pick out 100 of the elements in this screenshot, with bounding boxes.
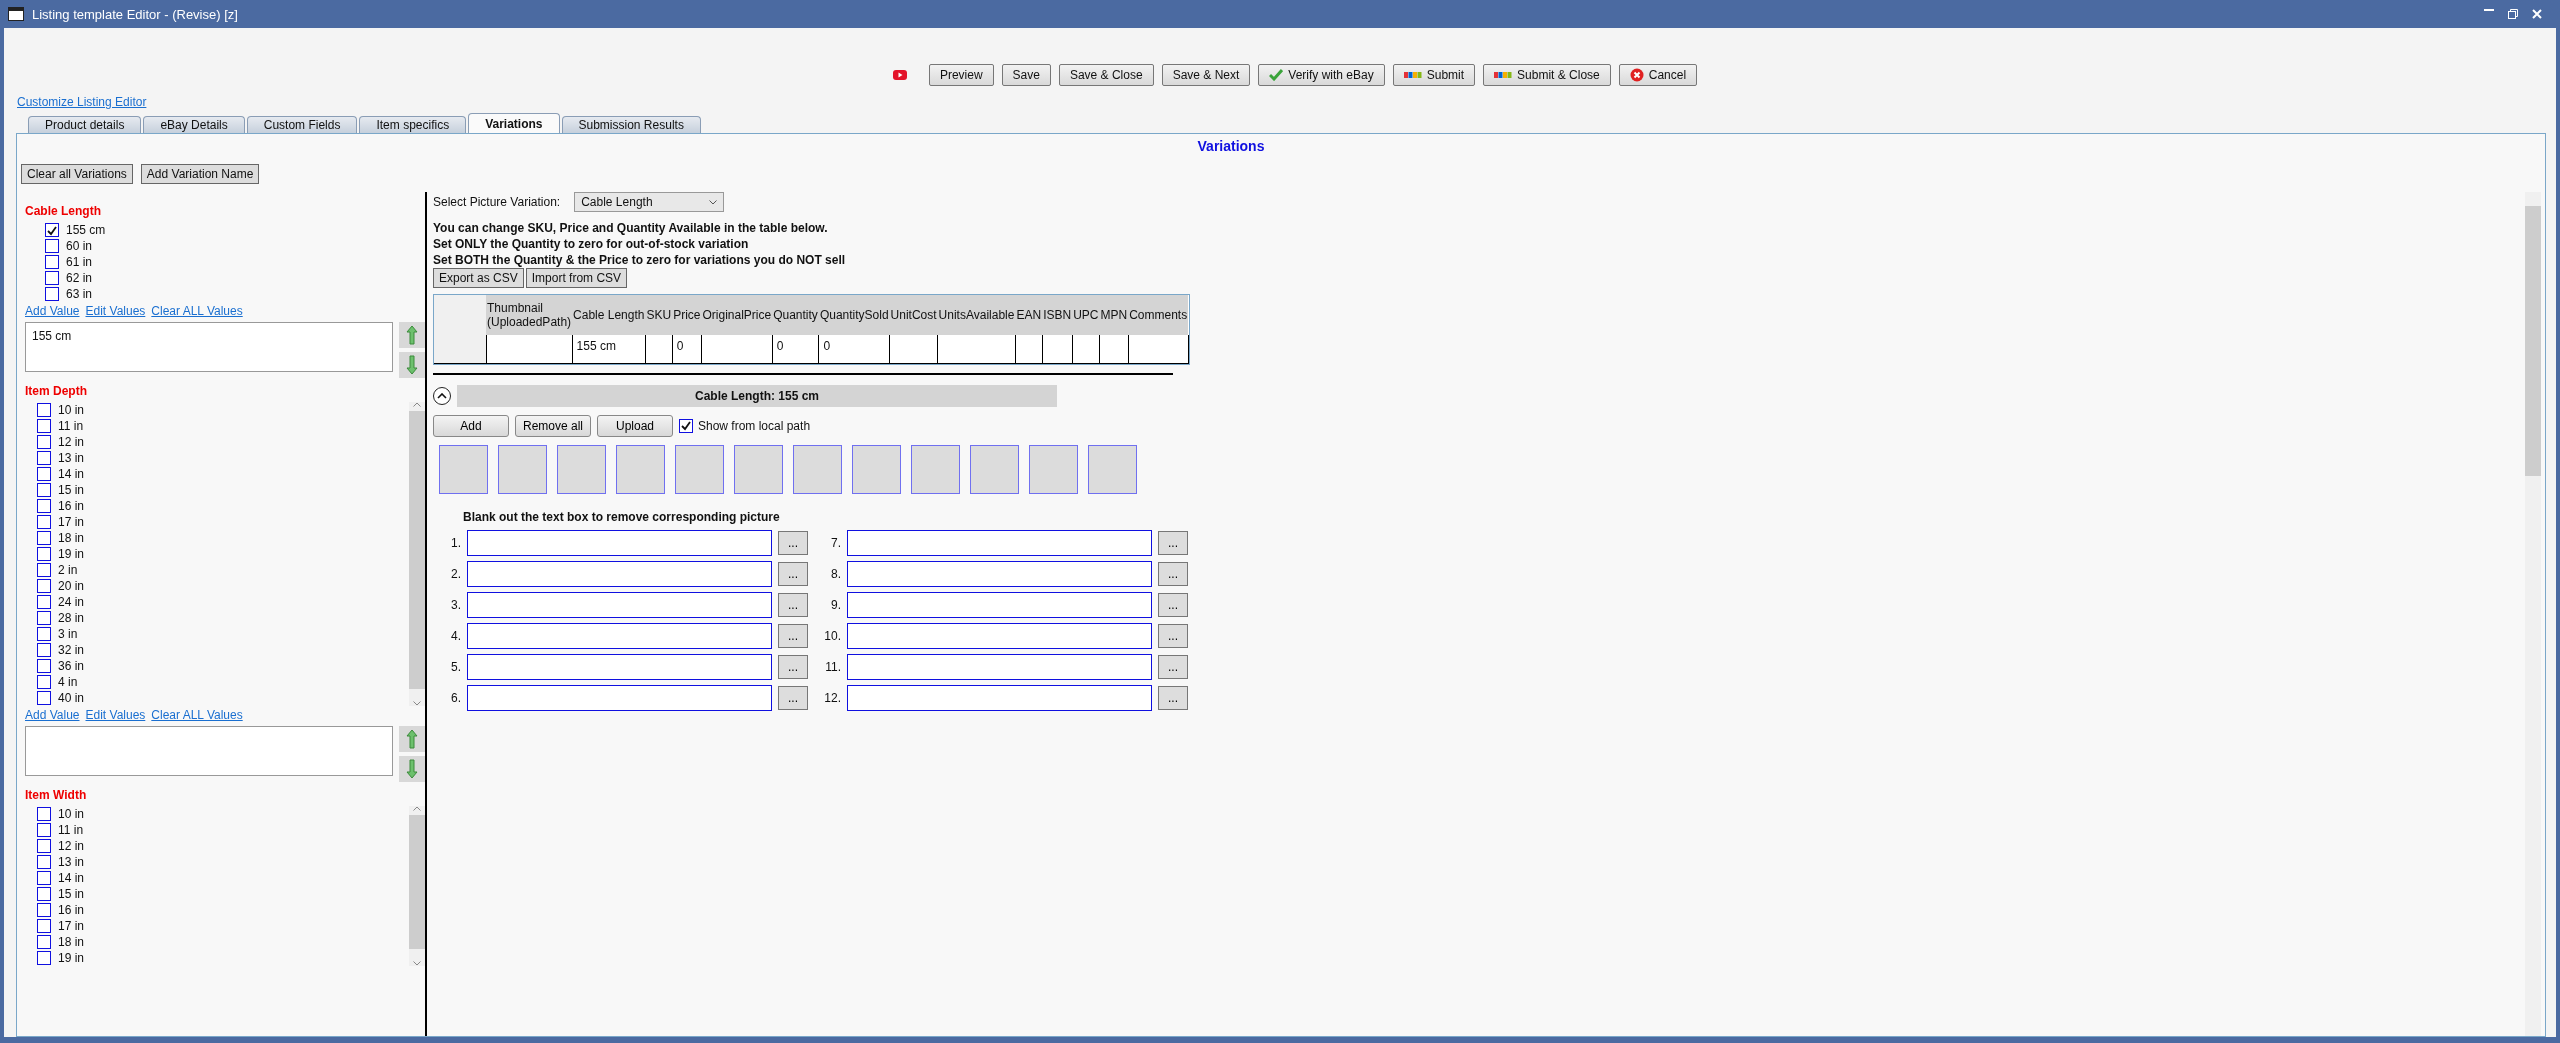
browse-button[interactable]: ...	[778, 654, 808, 679]
value-link[interactable]: Edit Values	[85, 304, 146, 318]
checkbox[interactable]	[37, 887, 51, 901]
checkbox[interactable]	[37, 563, 51, 577]
checkbox[interactable]	[37, 951, 51, 965]
checkbox[interactable]	[37, 611, 51, 625]
scrollbar[interactable]	[2525, 192, 2541, 1036]
checkbox[interactable]	[37, 675, 51, 689]
checkbox[interactable]	[37, 659, 51, 673]
table-cell[interactable]	[1042, 335, 1073, 363]
browse-button[interactable]: ...	[778, 561, 808, 586]
checkbox[interactable]	[37, 691, 51, 705]
customize-link[interactable]: Customize Listing Editor	[17, 95, 147, 109]
browse-button[interactable]: ...	[1158, 685, 1188, 710]
checkbox[interactable]	[37, 807, 51, 821]
tab[interactable]: Variations	[468, 113, 560, 133]
checkbox[interactable]	[37, 547, 51, 561]
picture-path-field[interactable]	[847, 622, 1152, 649]
picture-path-field[interactable]	[847, 591, 1152, 618]
checkbox[interactable]	[37, 903, 51, 917]
table-cell[interactable]	[645, 335, 673, 363]
column-header[interactable]: UnitCost	[889, 295, 938, 335]
checkbox[interactable]	[45, 287, 59, 301]
picture-path-field[interactable]	[467, 560, 772, 587]
column-header[interactable]: SKU	[645, 295, 673, 335]
checkbox[interactable]	[37, 823, 51, 837]
toolbar-button[interactable]: Preview	[928, 64, 994, 86]
browse-button[interactable]: ...	[1158, 530, 1188, 555]
column-header[interactable]: Comments	[1128, 295, 1189, 335]
checkbox[interactable]	[37, 435, 51, 449]
picture-path-field[interactable]	[467, 653, 772, 680]
checkbox[interactable]	[37, 627, 51, 641]
collapse-button[interactable]	[433, 386, 451, 405]
tab[interactable]: Product details	[28, 116, 142, 133]
toolbar-button[interactable]: Verify with eBay	[1258, 64, 1385, 86]
table-cell[interactable]	[1015, 335, 1043, 363]
tab[interactable]: Submission Results	[561, 116, 701, 133]
browse-button[interactable]: ...	[778, 685, 808, 710]
browse-button[interactable]: ...	[778, 623, 808, 648]
checkbox[interactable]	[37, 499, 51, 513]
toolbar-button[interactable]: Cancel	[1618, 64, 1698, 86]
column-header[interactable]: Price	[672, 295, 702, 335]
picture-button[interactable]: Remove all	[515, 414, 591, 437]
checkbox[interactable]	[37, 483, 51, 497]
browse-button[interactable]: ...	[1158, 561, 1188, 586]
csv-button[interactable]: Export as CSV	[433, 268, 524, 288]
browse-button[interactable]: ...	[778, 592, 808, 617]
variation-button[interactable]: Clear all Variations	[21, 164, 133, 184]
checkbox[interactable]	[37, 579, 51, 593]
picture-button[interactable]: Add	[433, 414, 509, 437]
table-cell[interactable]	[1128, 335, 1189, 363]
tab[interactable]: eBay Details	[143, 116, 245, 133]
checkbox[interactable]	[37, 839, 51, 853]
table-cell[interactable]	[1072, 335, 1100, 363]
picture-path-field[interactable]	[847, 529, 1152, 556]
checkbox[interactable]	[37, 595, 51, 609]
column-header[interactable]: UPC	[1072, 295, 1100, 335]
column-header[interactable]: MPN	[1099, 295, 1129, 335]
column-header[interactable]: ISBN	[1042, 295, 1073, 335]
variation-button[interactable]: Add Variation Name	[140, 164, 260, 184]
column-header[interactable]: UnitsAvailable	[937, 295, 1016, 335]
checkbox[interactable]	[37, 467, 51, 481]
values-editor[interactable]: 155 cm	[25, 322, 393, 372]
checkbox[interactable]	[45, 271, 59, 285]
picture-variation-dropdown[interactable]: Cable Length	[574, 192, 725, 212]
scrollbar[interactable]	[409, 402, 425, 706]
picture-path-field[interactable]	[847, 653, 1152, 680]
picture-path-field[interactable]	[467, 684, 772, 711]
column-header[interactable]: EAN	[1015, 295, 1043, 335]
toolbar-button[interactable]: Save & Close	[1058, 64, 1154, 86]
column-header[interactable]: OriginalPrice	[701, 295, 773, 335]
table-cell[interactable]	[486, 335, 573, 363]
picture-path-field[interactable]	[467, 591, 772, 618]
picture-path-field[interactable]	[847, 560, 1152, 587]
column-header[interactable]: QuantitySold	[818, 295, 890, 335]
column-header[interactable]: Cable Length	[572, 295, 646, 335]
value-link[interactable]: Add Value	[25, 304, 80, 318]
checkbox[interactable]	[45, 255, 59, 269]
toolbar-button[interactable]: Save	[1001, 64, 1051, 86]
picture-path-field[interactable]	[847, 684, 1152, 711]
column-header[interactable]: Quantity	[772, 295, 819, 335]
checkbox[interactable]	[37, 515, 51, 529]
table-cell[interactable]	[937, 335, 1016, 363]
value-link[interactable]: Edit Values	[85, 708, 146, 722]
browse-button[interactable]: ...	[1158, 623, 1188, 648]
checkbox[interactable]	[37, 403, 51, 417]
checkbox[interactable]	[37, 643, 51, 657]
toolbar-button[interactable]: Submit	[1392, 64, 1476, 86]
checkbox[interactable]	[37, 451, 51, 465]
browse-button[interactable]: ...	[778, 530, 808, 555]
value-link[interactable]: Clear ALL Values	[151, 304, 243, 318]
table-cell[interactable]: 0	[818, 335, 890, 363]
toolbar-button[interactable]: Save & Next	[1161, 64, 1251, 86]
table-cell[interactable]	[889, 335, 938, 363]
table-cell[interactable]: 155 cm	[572, 335, 646, 363]
browse-button[interactable]: ...	[1158, 654, 1188, 679]
tab[interactable]: Item specifics	[359, 116, 467, 133]
table-cell[interactable]	[701, 335, 773, 363]
checkbox[interactable]	[37, 871, 51, 885]
column-header[interactable]: Thumbnail (UploadedPath)	[486, 295, 573, 335]
